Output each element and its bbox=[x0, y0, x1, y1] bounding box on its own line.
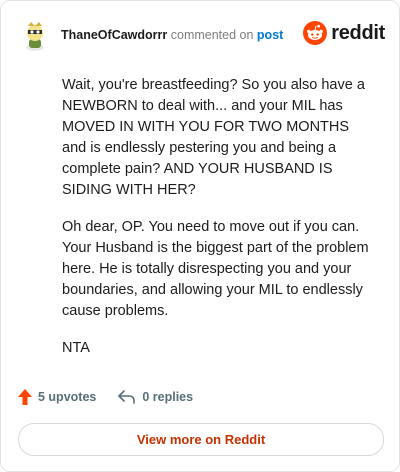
embedded-comment-card: ThaneOfCawdorrr commented on post reddit… bbox=[0, 0, 400, 472]
comment-meta: ThaneOfCawdorrr commented on post bbox=[61, 27, 283, 43]
reply-arrow-icon bbox=[118, 390, 136, 404]
upvote-arrow-icon bbox=[18, 389, 32, 405]
view-more-button[interactable]: View more on Reddit bbox=[18, 423, 384, 456]
reply-count: 0 replies bbox=[142, 390, 194, 404]
user-avatar[interactable] bbox=[19, 19, 51, 51]
comment-paragraph: NTA bbox=[62, 340, 90, 356]
replies-button[interactable]: 0 replies bbox=[118, 390, 193, 404]
avatar-icon bbox=[19, 19, 51, 51]
username-link[interactable]: ThaneOfCawdorrr bbox=[61, 28, 167, 42]
comment-body: Wait, you're breastfeeding? So you also … bbox=[62, 75, 374, 375]
post-link[interactable]: post bbox=[257, 28, 283, 42]
comment-paragraph: Wait, you're breastfeeding? So you also … bbox=[62, 77, 365, 198]
action-text: commented on bbox=[170, 28, 254, 42]
comment-footer: 5 upvotes 0 replies bbox=[18, 389, 215, 405]
upvote-count: 5 upvotes bbox=[38, 390, 97, 404]
reddit-snoo-icon bbox=[303, 21, 328, 45]
reddit-brand-logo[interactable]: reddit bbox=[303, 21, 385, 45]
reddit-wordmark: reddit bbox=[331, 21, 385, 44]
comment-paragraph: Oh dear, OP. You need to move out if you… bbox=[62, 219, 369, 319]
upvote-button[interactable]: 5 upvotes bbox=[18, 389, 96, 405]
comment-header: ThaneOfCawdorrr commented on post reddit bbox=[19, 15, 385, 55]
